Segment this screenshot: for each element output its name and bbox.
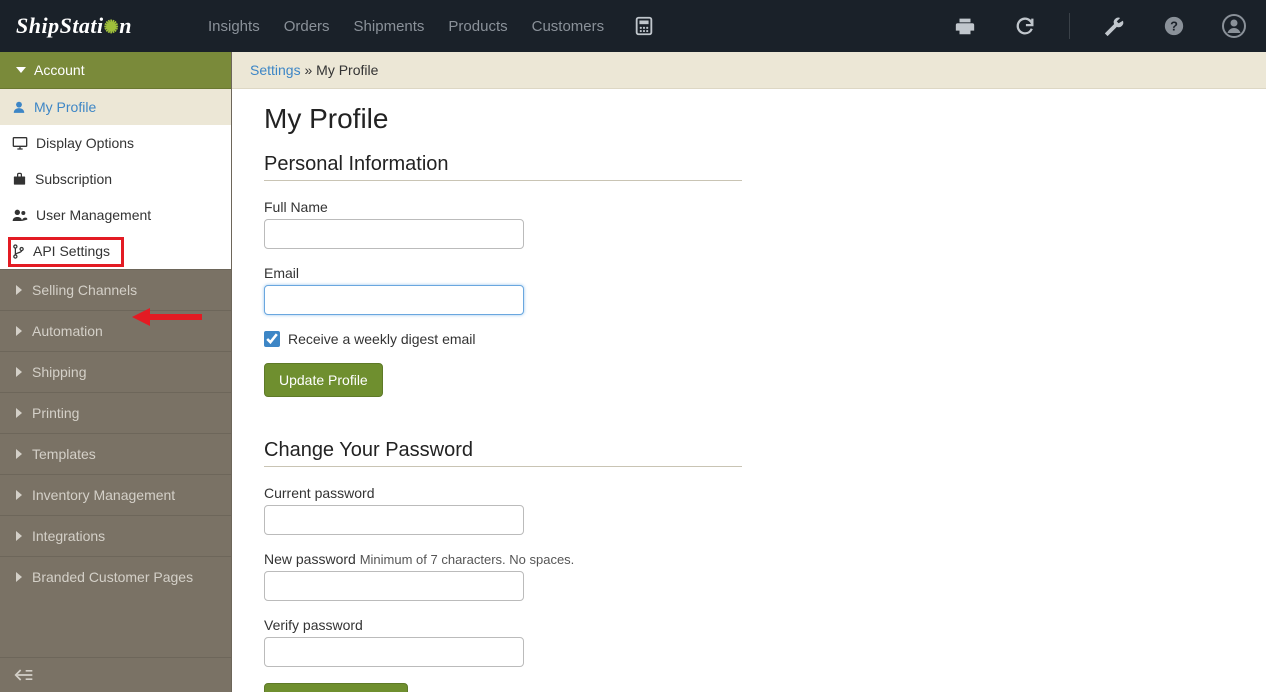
nav-divider [1069,13,1070,39]
new-pw-hint: Minimum of 7 characters. No spaces. [360,552,575,567]
caret-down-icon [16,67,26,73]
breadcrumb-settings-link[interactable]: Settings [250,62,301,78]
caret-right-icon [16,408,22,418]
nav-customers[interactable]: Customers [532,18,605,35]
breadcrumb-current: My Profile [316,62,378,78]
user-icon[interactable] [1218,10,1250,42]
calculator-icon[interactable] [628,10,660,42]
collapse-icon[interactable] [14,668,217,682]
caret-right-icon [16,285,22,295]
users-icon [12,208,28,222]
sidebar-item-api-settings[interactable]: API Settings [0,233,231,269]
form-row-email: Email [264,265,1234,315]
sidebar-section-label: Printing [32,405,79,421]
caret-right-icon [16,572,22,582]
sidebar-section-selling-channels[interactable]: Selling Channels [0,269,231,310]
full-name-label: Full Name [264,199,1234,215]
change-password-button[interactable]: Change Password [264,683,408,692]
breadcrumb: Settings » My Profile [232,52,1266,89]
new-pw-label: New password Minimum of 7 characters. No… [264,551,1234,567]
section-title-personal: Personal Information [264,153,742,181]
breadcrumb-sep: » [301,62,317,78]
digest-label: Receive a weekly digest email [288,331,476,347]
print-icon[interactable] [949,10,981,42]
verify-pw-label: Verify password [264,617,1234,633]
sidebar-section-printing[interactable]: Printing [0,392,231,433]
form-row-new-pw: New password Minimum of 7 characters. No… [264,551,1234,601]
nav-shipments[interactable]: Shipments [354,18,425,35]
sidebar-section-label: Automation [32,323,103,339]
email-input[interactable] [264,285,524,315]
logo-text-post: n [119,13,132,38]
caret-right-icon [16,531,22,541]
sidebar-section-label: Inventory Management [32,487,175,503]
email-label: Email [264,265,1234,281]
help-icon[interactable]: ? [1158,10,1190,42]
sidebar-item-subscription[interactable]: Subscription [0,161,231,197]
sidebar-item-user-management[interactable]: User Management [0,197,231,233]
nav-right: ? [949,10,1250,42]
top-nav: ShipStati✺n Insights Orders Shipments Pr… [0,0,1266,52]
caret-right-icon [16,326,22,336]
verify-pw-input[interactable] [264,637,524,667]
digest-checkbox[interactable] [264,331,280,347]
branch-icon [12,244,25,259]
caret-right-icon [16,449,22,459]
nav-products[interactable]: Products [448,18,507,35]
sidebar-section-label: Templates [32,446,96,462]
monitor-icon [12,136,28,150]
current-pw-label: Current password [264,485,1234,501]
sidebar: Account My Profile Display Options Subsc… [0,52,232,692]
sidebar-section-branded-pages[interactable]: Branded Customer Pages [0,556,231,597]
sidebar-section-integrations[interactable]: Integrations [0,515,231,556]
sidebar-item-label: Display Options [36,135,134,151]
sidebar-account-header[interactable]: Account [0,52,231,89]
sidebar-section-inventory[interactable]: Inventory Management [0,474,231,515]
briefcase-icon [12,172,27,186]
sidebar-collapse [0,657,231,692]
nav-items: Insights Orders Shipments Products Custo… [208,10,660,42]
form-row-verify-pw: Verify password [264,617,1234,667]
current-pw-input[interactable] [264,505,524,535]
new-pw-input[interactable] [264,571,524,601]
logo[interactable]: ShipStati✺n [16,13,132,39]
person-icon [12,100,26,114]
wrench-icon[interactable] [1098,10,1130,42]
page-title: My Profile [264,103,1234,135]
sidebar-section-templates[interactable]: Templates [0,433,231,474]
form-row-current-pw: Current password [264,485,1234,535]
new-pw-label-text: New password [264,551,356,567]
nav-insights[interactable]: Insights [208,18,260,35]
content: My Profile Personal Information Full Nam… [232,89,1266,692]
main: Settings » My Profile My Profile Persona… [232,52,1266,692]
update-profile-button[interactable]: Update Profile [264,363,383,397]
sidebar-section-label: Selling Channels [32,282,137,298]
sidebar-section-label: Branded Customer Pages [32,569,193,585]
sidebar-item-label: API Settings [33,243,110,259]
digest-checkbox-row: Receive a weekly digest email [264,331,1234,347]
sidebar-account-list: My Profile Display Options Subscription … [0,89,231,269]
sidebar-section-automation[interactable]: Automation [0,310,231,351]
nav-orders[interactable]: Orders [284,18,330,35]
sidebar-item-label: Subscription [35,171,112,187]
form-row-full-name: Full Name [264,199,1234,249]
logo-text-pre: ShipStati [16,13,104,38]
sidebar-account-label: Account [34,62,85,78]
sidebar-section-shipping[interactable]: Shipping [0,351,231,392]
svg-text:?: ? [1170,19,1178,34]
sidebar-item-label: User Management [36,207,151,223]
caret-right-icon [16,367,22,377]
gear-icon: ✺ [104,17,120,38]
caret-right-icon [16,490,22,500]
full-name-input[interactable] [264,219,524,249]
sidebar-section-label: Shipping [32,364,87,380]
sidebar-item-display-options[interactable]: Display Options [0,125,231,161]
refresh-icon[interactable] [1009,10,1041,42]
sidebar-item-label: My Profile [34,99,96,115]
sidebar-item-my-profile[interactable]: My Profile [0,89,231,125]
section-title-password: Change Your Password [264,439,742,467]
sidebar-section-label: Integrations [32,528,105,544]
